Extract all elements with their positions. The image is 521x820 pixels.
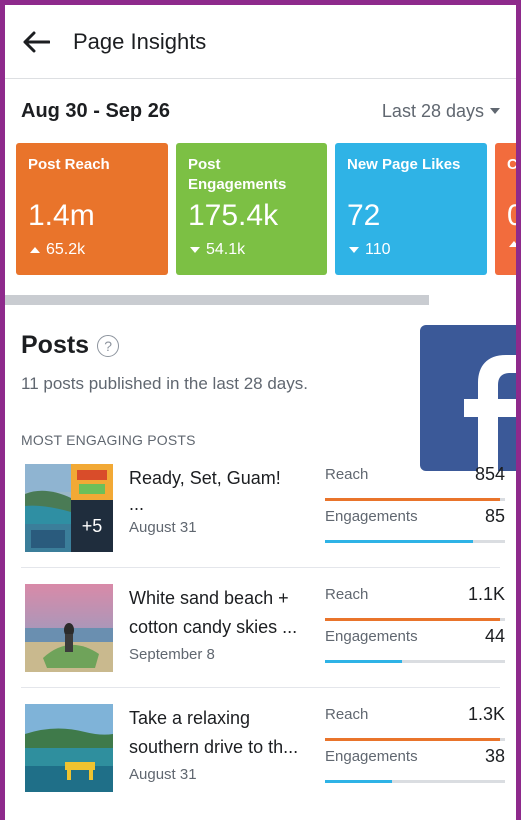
reach-value: 854	[474, 464, 505, 484]
engagement-bar-fill	[325, 660, 403, 663]
reach-metric: Reach 1.1K	[323, 584, 507, 626]
trend-down-icon	[349, 247, 359, 253]
card-delta: 54.1k	[190, 241, 245, 259]
help-question-icon[interactable]: ?	[97, 334, 120, 357]
card-post-engagements[interactable]: Post Engagements 175.4k 54.1k	[176, 143, 327, 275]
card-value: 72	[347, 199, 381, 232]
engagement-value: 38	[484, 746, 505, 766]
card-value: 0	[507, 199, 516, 232]
reach-bar-fill	[325, 738, 500, 741]
post-metrics: Reach 1.1K Engagements 44	[323, 584, 507, 668]
trend-up-icon	[30, 247, 40, 253]
post-item[interactable]: Take a relaxing southern drive to th... …	[21, 688, 505, 808]
card-label: Cl	[507, 156, 516, 173]
card-label: Post Reach	[28, 156, 110, 173]
reach-label: Reach	[325, 586, 369, 603]
card-partial[interactable]: Cl 0	[495, 143, 516, 275]
engagement-value: 85	[484, 506, 505, 526]
card-delta	[509, 241, 516, 247]
post-metrics: Reach 1.3K Engagements 38	[323, 704, 507, 788]
card-delta-value: 110	[365, 241, 391, 258]
engagement-label: Engagements	[325, 748, 418, 765]
top-bar: Page Insights	[5, 5, 516, 79]
reach-bar	[325, 498, 505, 501]
post-text: Ready, Set, Guam! ... August 31	[129, 464, 315, 536]
post-date: August 31	[129, 766, 197, 783]
reach-label: Reach	[325, 466, 369, 483]
card-post-reach[interactable]: Post Reach 1.4m 65.2k	[16, 143, 168, 275]
post-title-line: ...	[129, 494, 145, 514]
posts-title: Posts	[21, 331, 90, 359]
card-value: 175.4k	[188, 199, 279, 232]
date-range-row: Aug 30 - Sep 26 Last 28 days	[5, 79, 516, 143]
trend-up-icon	[509, 241, 516, 247]
card-delta-value: 54.1k	[206, 241, 246, 258]
engagement-value: 44	[484, 626, 505, 646]
engagement-bar	[325, 660, 505, 663]
period-dropdown[interactable]: Last 28 days	[382, 101, 500, 122]
engagement-label: Engagements	[325, 628, 418, 645]
caret-down-icon	[490, 108, 500, 114]
reach-metric: Reach 854	[323, 464, 507, 506]
post-thumbnail: +5	[25, 464, 113, 552]
engagement-metric: Engagements 44	[323, 626, 507, 668]
post-title-line: southern drive to th...	[129, 737, 299, 757]
metric-cards: Post Reach 1.4m 65.2k Post Engagements 1…	[5, 143, 516, 275]
card-delta: 65.2k	[30, 241, 85, 259]
page-title: Page Insights	[73, 28, 207, 54]
post-title-line: Ready, Set, Guam!	[129, 468, 281, 488]
card-label: New Page Likes	[347, 156, 461, 173]
engagement-bar	[325, 540, 505, 543]
card-value: 1.4m	[28, 199, 95, 232]
post-text: White sand beach + cotton candy skies ..…	[129, 584, 315, 663]
reach-label: Reach	[325, 706, 369, 723]
post-item[interactable]: +5 Ready, Set, Guam! ... August 31 Reach…	[21, 448, 505, 568]
reach-bar	[325, 618, 505, 621]
date-range: Aug 30 - Sep 26	[21, 99, 170, 122]
post-metrics: Reach 854 Engagements 85	[323, 464, 507, 548]
engagement-bar-fill	[325, 540, 473, 543]
engagement-bar	[325, 780, 505, 783]
post-date: September 8	[129, 646, 215, 663]
post-thumbnail	[25, 584, 113, 672]
card-new-page-likes[interactable]: New Page Likes 72 110	[335, 143, 487, 275]
reach-bar-fill	[325, 498, 500, 501]
post-date: August 31	[129, 519, 197, 536]
post-text: Take a relaxing southern drive to th... …	[129, 704, 315, 783]
card-label: Post Engagements	[188, 156, 287, 193]
back-arrow-icon[interactable]	[21, 27, 51, 57]
reach-value: 1.1K	[467, 584, 505, 604]
post-title-line: White sand beach +	[129, 588, 289, 608]
posts-section: Posts ? 11 posts published in the last 2…	[5, 325, 516, 808]
post-title-line: Take a relaxing	[129, 708, 251, 728]
post-item[interactable]: White sand beach + cotton candy skies ..…	[21, 568, 505, 688]
card-delta-value: 65.2k	[46, 241, 86, 258]
post-title-line: cotton candy skies ...	[129, 617, 298, 637]
engagement-bar-fill	[325, 780, 392, 783]
section-divider	[5, 295, 429, 305]
reach-metric: Reach 1.3K	[323, 704, 507, 746]
engagement-label: Engagements	[325, 508, 418, 525]
card-delta: 110	[349, 241, 391, 259]
post-thumbnail	[25, 704, 113, 792]
engagement-metric: Engagements 38	[323, 746, 507, 788]
trend-down-icon	[190, 247, 200, 253]
reach-value: 1.3K	[467, 704, 505, 724]
period-label: Last 28 days	[381, 100, 484, 121]
reach-bar-fill	[325, 618, 500, 621]
app-frame: Page Insights Aug 30 - Sep 26 Last 28 da…	[5, 5, 516, 820]
more-photos-badge: +5	[71, 500, 113, 552]
engagement-metric: Engagements 85	[323, 506, 507, 548]
reach-bar	[325, 738, 505, 741]
